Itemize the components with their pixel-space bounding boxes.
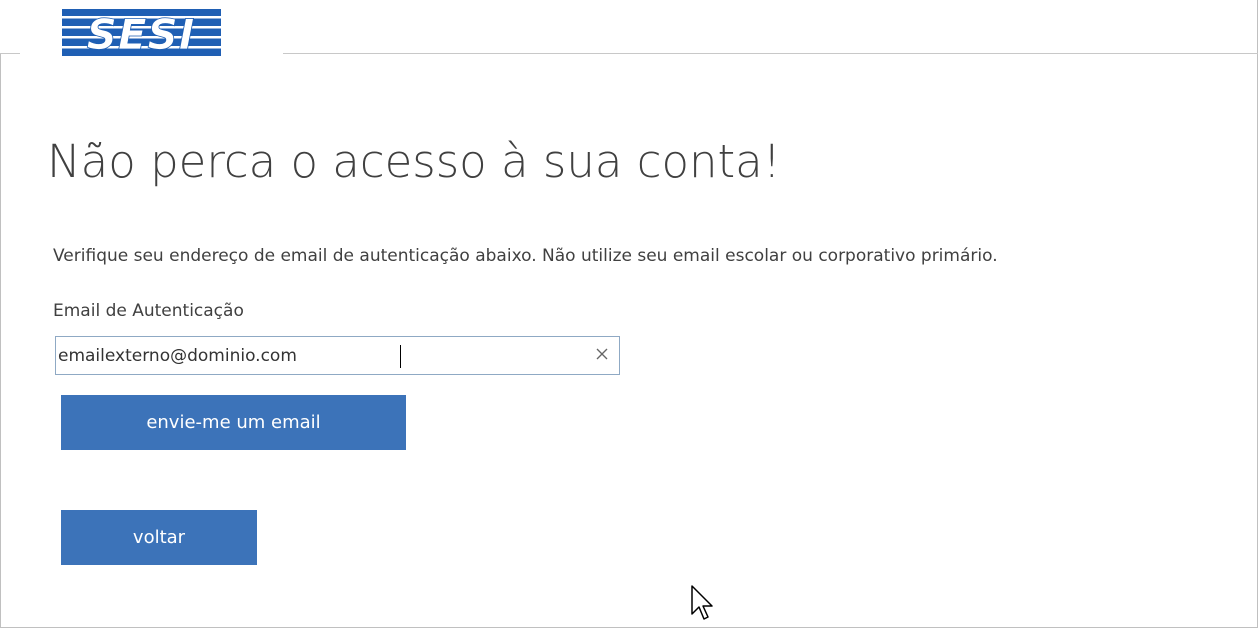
back-button-label: voltar (132, 527, 186, 548)
email-input[interactable] (58, 339, 588, 372)
sesi-logo: SESI (62, 9, 221, 59)
send-email-button[interactable]: envie-me um email (61, 395, 406, 450)
back-button[interactable]: voltar (61, 510, 257, 565)
close-icon-graphic (596, 348, 608, 360)
text-caret (400, 345, 401, 368)
instructions-text: Verifique seu endereço de email de auten… (53, 246, 998, 266)
email-field-container (55, 336, 620, 375)
svg-text:SESI: SESI (87, 10, 196, 56)
email-label: Email de Autenticação (53, 301, 244, 321)
mouse-pointer-icon (689, 584, 719, 624)
close-icon[interactable] (594, 346, 610, 362)
header-divider (283, 53, 1258, 54)
send-email-button-label: envie-me um email (146, 412, 321, 433)
mouse-pointer-graphic (691, 585, 713, 620)
frame-left-border (0, 53, 1, 628)
header-divider (0, 53, 20, 54)
sesi-logo-graphic: SESI (62, 9, 221, 59)
page-title: Não perca o acesso à sua conta! (47, 135, 781, 188)
